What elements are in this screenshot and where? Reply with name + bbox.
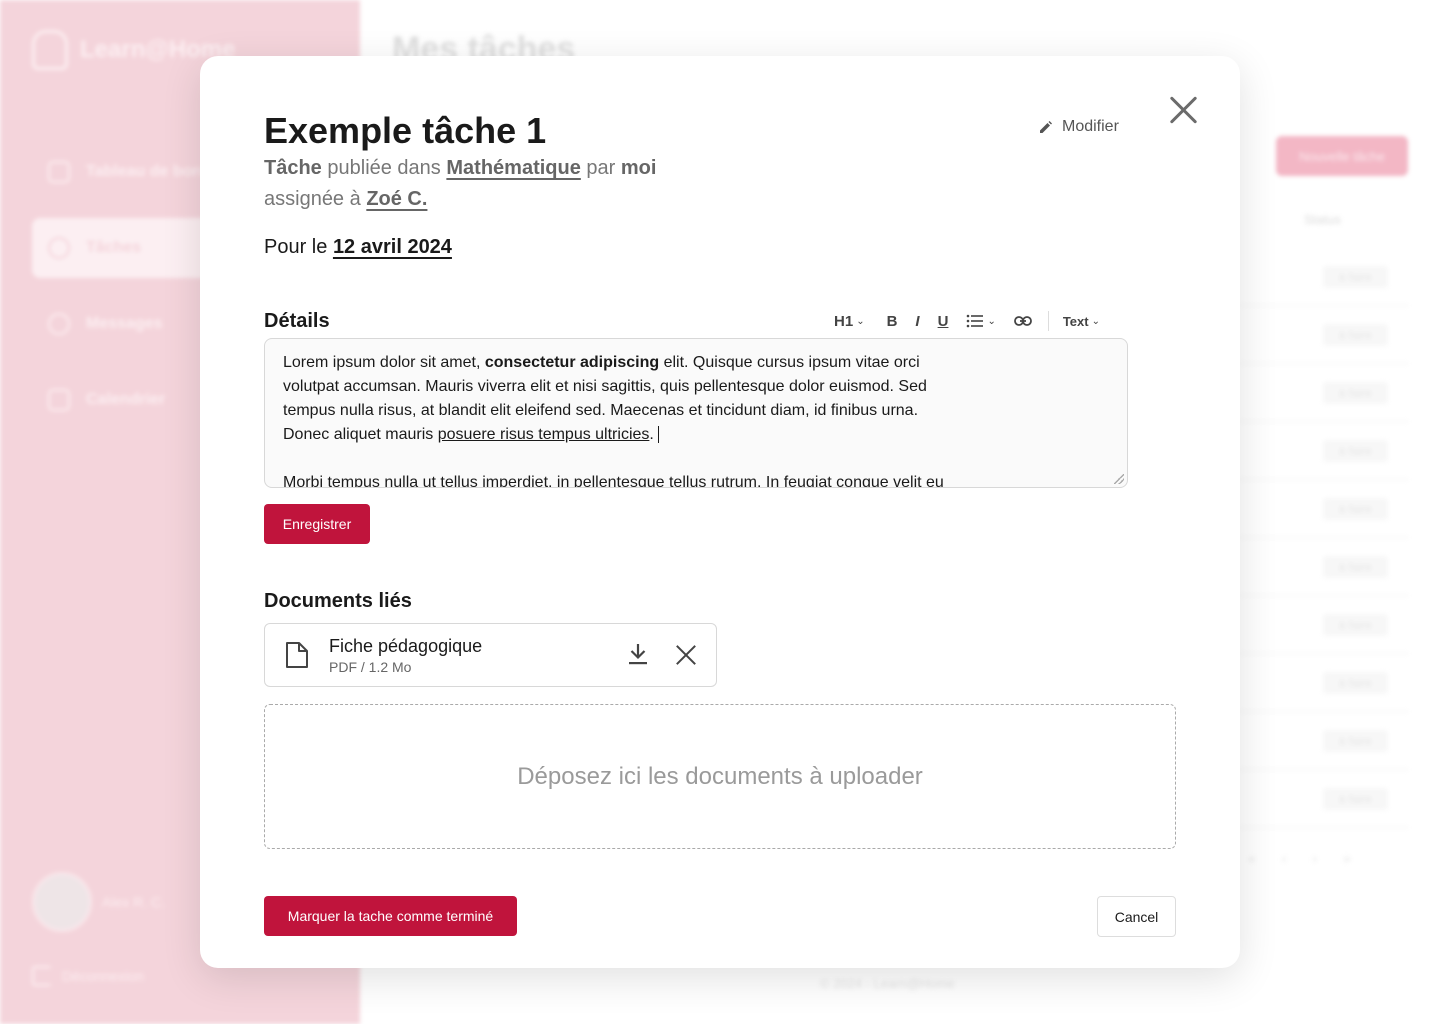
heading-dropdown[interactable]: H1 ⌄ (834, 313, 865, 330)
task-assignment: assignée à Zoé C. (264, 188, 427, 211)
modify-label: Modifier (1062, 118, 1119, 135)
close-icon[interactable] (1170, 96, 1198, 124)
chevron-down-icon: ⌄ (856, 315, 865, 327)
text-style-dropdown[interactable]: Text ⌄ (1063, 314, 1100, 329)
download-icon[interactable] (627, 642, 649, 666)
text-style-label: Text (1062, 313, 1089, 329)
link-button[interactable] (1013, 315, 1032, 327)
underline-button[interactable]: U (938, 313, 949, 330)
modify-button[interactable]: Modifier (1038, 118, 1119, 136)
subject-link[interactable]: Mathématique (446, 157, 580, 179)
toolbar-divider (1047, 311, 1049, 331)
file-icon (286, 642, 308, 668)
published-in-text: publiée dans (327, 157, 441, 179)
document-item[interactable]: Fiche pédagogique PDF / 1.2 Mo (264, 623, 717, 687)
text-caret (657, 426, 659, 444)
documents-heading: Documents liés (264, 590, 412, 612)
cancel-button[interactable]: Cancel (1097, 896, 1176, 937)
editor-line: volutpat accumsan. Mauris viverra elit e… (283, 378, 927, 395)
document-name: Fiche pédagogique (329, 636, 483, 656)
pencil-icon (1040, 121, 1052, 133)
editor-line: Lorem ipsum dolor sit amet, consectetur … (283, 351, 1109, 375)
task-modal: Modifier Exemple tâche 1 Tâche publiée d… (200, 56, 1240, 968)
due-date[interactable]: 12 avril 2024 (333, 236, 452, 258)
editor-text: Lorem ipsum dolor sit amet, (283, 354, 485, 371)
editor-bold-text: consectetur adipiscing (484, 354, 660, 371)
remove-document-icon[interactable] (675, 644, 697, 666)
mark-complete-button[interactable]: Marquer la tache comme terminé (264, 896, 517, 936)
task-word: Tâche (264, 157, 322, 179)
task-meta: Tâche publiée dans Mathématique par moi (264, 157, 656, 180)
details-heading: Détails (264, 310, 330, 332)
details-editor[interactable]: Lorem ipsum dolor sit amet, consectetur … (264, 338, 1128, 488)
task-title: Exemple tâche 1 (264, 110, 547, 151)
assignee-link[interactable]: Zoé C. (366, 188, 427, 210)
resize-handle[interactable] (1114, 474, 1124, 484)
italic-button[interactable]: I (915, 313, 919, 330)
due-date-line: Pour le 12 avril 2024 (264, 236, 452, 259)
editor-line: Donec aliquet mauris posuere risus tempu… (283, 423, 1109, 447)
due-prefix: Pour le (264, 236, 328, 258)
chevron-down-icon: ⌄ (987, 315, 996, 327)
by-text: par (586, 157, 616, 179)
list-icon (967, 314, 984, 328)
editor-line: Morbi tempus nulla ut tellus imperdiet, … (283, 474, 944, 488)
author-name: moi (620, 157, 657, 179)
upload-dropzone[interactable]: Déposez ici les documents à uploader (264, 704, 1176, 849)
list-dropdown[interactable]: ⌄ (966, 314, 996, 328)
save-button[interactable]: Enregistrer (264, 504, 370, 544)
link-icon (1013, 316, 1032, 326)
editor-text: Donec aliquet mauris (283, 426, 438, 443)
heading-label: H1 (834, 312, 854, 330)
editor-line: tempus nulla risus, at blandit elit elei… (283, 402, 919, 419)
assigned-to-text: assignée à (264, 188, 361, 210)
editor-text: . (649, 426, 654, 443)
editor-underlined-text: posuere risus tempus ultricies (437, 426, 650, 443)
editor-text: elit. Quisque cursus ipsum vitae orci (659, 354, 920, 371)
bold-button[interactable]: B (887, 313, 898, 330)
editor-toolbar: H1 ⌄ B I U ⌄ Text ⌄ (834, 310, 1100, 332)
document-meta: PDF / 1.2 Mo (329, 659, 412, 675)
chevron-down-icon: ⌄ (1091, 315, 1100, 327)
